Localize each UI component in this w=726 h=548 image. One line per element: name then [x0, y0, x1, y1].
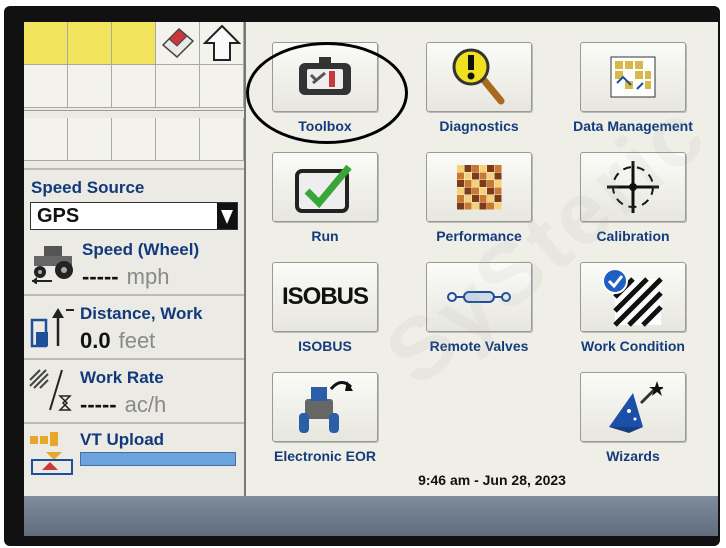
- work-rate-readout: ----- ac/h: [80, 392, 166, 418]
- grid-cell[interactable]: [24, 118, 68, 161]
- page-up-button[interactable]: [200, 22, 244, 65]
- grid-cell[interactable]: [24, 22, 68, 65]
- run-icon: [295, 164, 352, 213]
- bottom-status-bar: [24, 496, 718, 536]
- grid-cell[interactable]: [68, 65, 112, 108]
- work-rate-label: Work Rate: [80, 368, 164, 387]
- grid-cell[interactable]: [112, 22, 156, 65]
- speed-source-value: GPS: [37, 205, 80, 227]
- diagnostics-label: Diagnostics: [439, 118, 519, 134]
- layout-shortcut-grid-bottom: [24, 118, 244, 161]
- layout-shortcut-grid-top: [24, 22, 244, 108]
- electronic-eor-app[interactable]: Electronic EOR: [250, 372, 400, 482]
- speed-source-title: Speed Source: [31, 178, 145, 197]
- display-screen: Speed Source GPS Speed (Wheel) ----- mph: [24, 22, 718, 496]
- distance-unit: feet: [118, 328, 156, 353]
- distance-label: Distance, Work: [80, 304, 203, 323]
- work-condition-icon: [602, 268, 663, 327]
- work-rate-unit: ac/h: [124, 392, 167, 417]
- tractor-wheel-icon: [32, 246, 73, 284]
- isobus-tile[interactable]: ISOBUS: [272, 262, 378, 332]
- eraser-icon: [161, 27, 195, 59]
- speed-unit: mph: [126, 264, 170, 289]
- work-condition-tile[interactable]: [580, 262, 686, 332]
- wizards-tile[interactable]: [580, 372, 686, 442]
- work-rate-value: -----: [80, 392, 117, 417]
- diagnostics-tile[interactable]: [426, 42, 532, 112]
- distance-value: 0.0: [80, 328, 111, 353]
- electronic-eor-icon: [299, 381, 353, 433]
- wizards-label: Wizards: [606, 448, 660, 464]
- grid-cell[interactable]: [68, 118, 112, 161]
- electronic-eor-label: Electronic EOR: [274, 448, 376, 464]
- run-tile[interactable]: [272, 152, 378, 222]
- speed-value: -----: [82, 264, 119, 289]
- run-app[interactable]: Run: [250, 152, 400, 262]
- eraser-button[interactable]: [156, 22, 200, 65]
- wizards-app[interactable]: Wizards: [558, 372, 708, 482]
- divider: [24, 168, 244, 170]
- work-condition-label: Work Condition: [581, 338, 685, 354]
- distance-work-icon: [30, 308, 74, 348]
- grid-cell[interactable]: [156, 118, 200, 161]
- work-rate-icon: [29, 369, 72, 411]
- grid-cell[interactable]: [200, 65, 244, 108]
- electronic-eor-tile[interactable]: [272, 372, 378, 442]
- vt-upload-label: VT Upload: [80, 430, 165, 449]
- vt-upload-icon: [30, 432, 73, 475]
- speed-readout: ----- mph: [82, 264, 169, 290]
- wizards-icon: [609, 381, 663, 433]
- clock-date: 9:46 am - Jun 28, 2023: [418, 472, 566, 488]
- grid-cell[interactable]: [156, 65, 200, 108]
- grid-cell[interactable]: [24, 65, 68, 108]
- vt-upload-progress-bar: [80, 452, 236, 466]
- run-label: Run: [311, 228, 339, 244]
- isobus-icon: ISOBUS: [281, 283, 369, 310]
- grid-cell[interactable]: [200, 118, 244, 161]
- diagnostics-app[interactable]: Diagnostics: [404, 42, 554, 152]
- grid-cell[interactable]: [112, 118, 156, 161]
- grid-cell[interactable]: [68, 22, 112, 65]
- divider: [24, 294, 244, 296]
- up-arrow-icon: [203, 24, 241, 61]
- left-status-panel: Speed Source GPS Speed (Wheel) ----- mph: [24, 22, 246, 496]
- speed-source-dropdown[interactable]: GPS: [30, 202, 238, 230]
- dropdown-arrow-icon: [217, 203, 237, 229]
- grid-cell[interactable]: [112, 65, 156, 108]
- diagnostics-icon: [452, 48, 505, 105]
- divider: [24, 358, 244, 360]
- performance-icon: [457, 165, 502, 210]
- distance-readout: 0.0 feet: [80, 328, 155, 354]
- divider: [24, 110, 244, 111]
- toolbox-highlight-circle: [246, 42, 408, 144]
- speed-label: Speed (Wheel): [82, 240, 200, 259]
- divider: [24, 422, 244, 424]
